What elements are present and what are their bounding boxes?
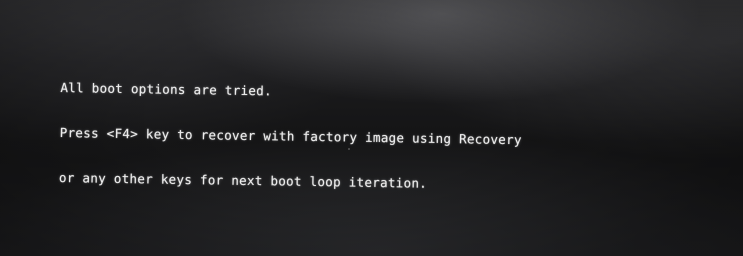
boot-message-line-2: Press <F4> key to recover with factory i… [59,124,522,148]
boot-message-line-3: or any other keys for next boot loop ite… [58,169,428,191]
boot-message-line-1: All boot options are tried. [60,79,272,99]
boot-message: All boot options are tried. Press <F4> k… [58,50,661,224]
boot-screen: All boot options are tried. Press <F4> k… [0,0,743,256]
